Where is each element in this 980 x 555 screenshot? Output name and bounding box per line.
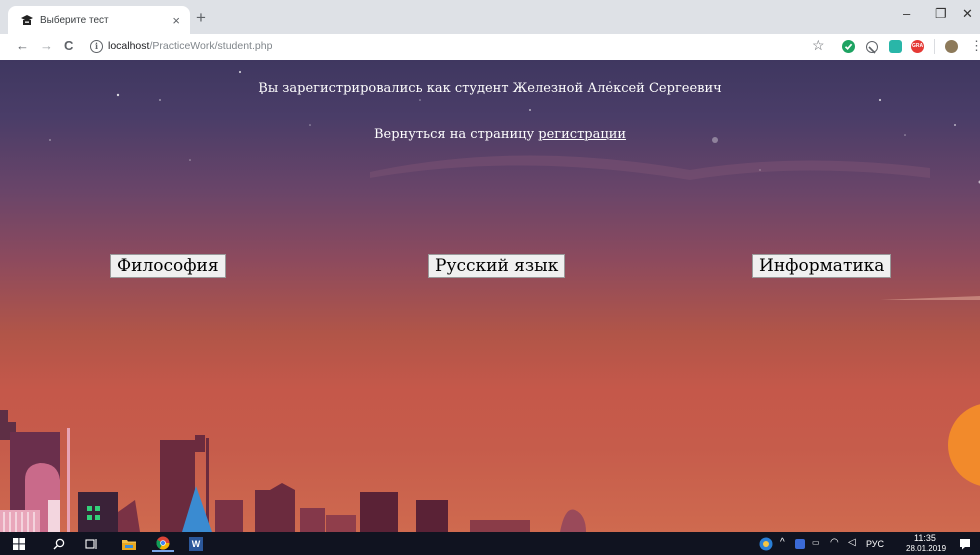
new-tab-icon[interactable]: + xyxy=(196,8,206,28)
minimize-icon[interactable]: – xyxy=(903,6,910,21)
tab-title: Выберите тест xyxy=(40,14,109,26)
toolbar-divider xyxy=(934,39,935,54)
volume-icon[interactable]: ◁ xyxy=(848,537,856,548)
bookmark-star-icon[interactable]: ☆ xyxy=(812,37,825,54)
language-indicator[interactable]: РУС xyxy=(866,539,884,549)
tab-close-icon[interactable]: × xyxy=(172,13,180,28)
close-window-icon[interactable]: ✕ xyxy=(962,6,973,22)
browser-menu-icon[interactable]: ⋮ xyxy=(970,38,980,54)
url-path: /PracticeWork/student.php xyxy=(149,40,273,52)
address-bar[interactable]: localhost/PracticeWork/student.php xyxy=(108,40,272,52)
student-hat-icon xyxy=(21,15,33,25)
help-icon[interactable] xyxy=(758,535,774,552)
task-view-icon[interactable] xyxy=(82,535,100,552)
search-icon[interactable] xyxy=(50,535,68,552)
city-skyline-illustration xyxy=(0,404,980,532)
profile-avatar[interactable] xyxy=(945,40,958,53)
word-taskbar-icon[interactable]: W xyxy=(186,535,206,552)
browser-tabstrip: Выберите тест × + – ❐ ✕ xyxy=(0,0,980,34)
browser-toolbar: ← → C i localhost/PracticeWork/student.p… xyxy=(0,34,980,60)
restore-icon[interactable]: ❐ xyxy=(935,6,947,22)
tray-expand-icon[interactable]: ^ xyxy=(780,537,785,548)
tray-app-icon[interactable] xyxy=(794,535,806,552)
back-icon[interactable]: ← xyxy=(16,38,29,53)
word-label: W xyxy=(189,536,203,551)
url-host: localhost xyxy=(108,40,150,52)
notifications-icon[interactable] xyxy=(958,535,972,552)
page-viewport: Вы зарегистрировались как студент Железн… xyxy=(0,60,980,532)
grammar-extension-icon[interactable]: GRA xyxy=(911,40,924,53)
file-explorer-icon[interactable] xyxy=(120,535,138,552)
info-icon[interactable]: i xyxy=(90,40,103,53)
start-windows-icon[interactable] xyxy=(10,535,28,552)
check-extension-icon[interactable] xyxy=(842,40,855,53)
battery-icon[interactable]: ▭ xyxy=(812,538,820,547)
shield-extension-icon[interactable] xyxy=(889,40,902,53)
clock-date[interactable]: 28.01.2019 xyxy=(906,544,946,553)
reload-icon[interactable]: C xyxy=(64,38,73,53)
browser-tab[interactable]: Выберите тест × xyxy=(8,6,190,34)
clock-time[interactable]: 11:35 xyxy=(914,533,936,543)
forward-icon[interactable]: → xyxy=(40,38,53,53)
block-extension-icon[interactable] xyxy=(866,41,878,54)
chrome-taskbar-icon[interactable] xyxy=(152,535,174,552)
wifi-icon[interactable]: ◠ xyxy=(830,537,839,548)
windows-taskbar: W ^ ▭ ◠ ◁ РУС 11:35 28.01.2019 xyxy=(0,532,980,555)
